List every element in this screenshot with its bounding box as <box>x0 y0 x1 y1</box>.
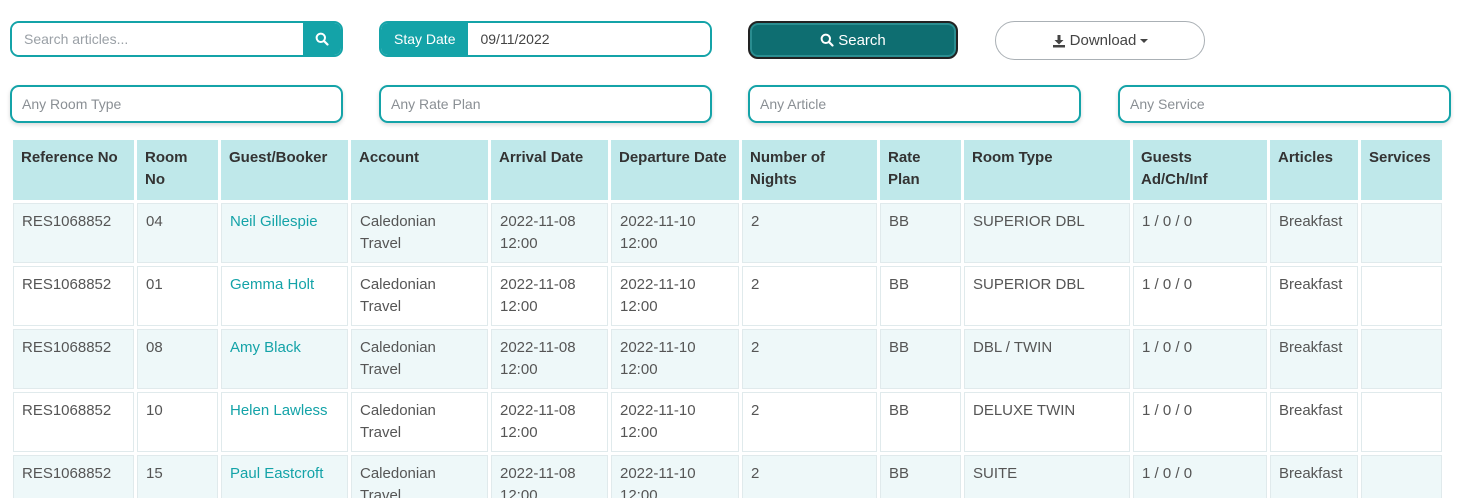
cell-rate-plan: BB <box>880 203 961 263</box>
cell-guests: 1 / 0 / 0 <box>1133 203 1267 263</box>
article-filter[interactable]: Any Article <box>748 85 1081 123</box>
stay-date-label: Stay Date <box>381 23 469 55</box>
cell-departure-date: 2022-11-10 12:00 <box>611 203 739 263</box>
guest-link[interactable]: Neil Gillespie <box>221 203 348 263</box>
table-header-row: Reference No Room No Guest/Booker Accoun… <box>13 140 1442 200</box>
article-search-group <box>10 21 343 57</box>
column-header-room-no[interactable]: Room No <box>137 140 218 200</box>
cell-services <box>1361 392 1442 452</box>
search-articles-input[interactable] <box>12 23 303 55</box>
column-header-guest-booker[interactable]: Guest/Booker <box>221 140 348 200</box>
cell-reference-no: RES1068852 <box>13 203 134 263</box>
search-icon <box>315 32 329 46</box>
cell-departure-date: 2022-11-10 12:00 <box>611 329 739 389</box>
cell-arrival-date: 2022-11-08 12:00 <box>491 203 608 263</box>
search-icon <box>820 33 834 47</box>
search-articles-button[interactable] <box>303 23 341 55</box>
cell-arrival-date: 2022-11-08 12:00 <box>491 392 608 452</box>
cell-reference-no: RES1068852 <box>13 392 134 452</box>
cell-account: Caledonian Travel <box>351 455 488 498</box>
cell-reference-no: RES1068852 <box>13 329 134 389</box>
table-row[interactable]: RES1068852 01 Gemma Holt Caledonian Trav… <box>13 266 1442 326</box>
table-row[interactable]: RES1068852 08 Amy Black Caledonian Trave… <box>13 329 1442 389</box>
cell-room-no: 04 <box>137 203 218 263</box>
column-header-rate-plan[interactable]: Rate Plan <box>880 140 961 200</box>
cell-guests: 1 / 0 / 0 <box>1133 392 1267 452</box>
cell-departure-date: 2022-11-10 12:00 <box>611 266 739 326</box>
reservations-table: Reference No Room No Guest/Booker Accoun… <box>10 137 1445 498</box>
column-header-number-of-nights[interactable]: Number of Nights <box>742 140 877 200</box>
download-button-label: Download <box>1069 32 1137 49</box>
cell-guests: 1 / 0 / 0 <box>1133 455 1267 498</box>
cell-nights: 2 <box>742 329 877 389</box>
cell-articles: Breakfast <box>1270 203 1358 263</box>
cell-room-no: 01 <box>137 266 218 326</box>
rate-plan-filter[interactable]: Any Rate Plan <box>379 85 712 123</box>
cell-rate-plan: BB <box>880 329 961 389</box>
cell-room-no: 15 <box>137 455 218 498</box>
cell-guests: 1 / 0 / 0 <box>1133 329 1267 389</box>
cell-room-no: 10 <box>137 392 218 452</box>
cell-nights: 2 <box>742 392 877 452</box>
column-header-departure-date[interactable]: Departure Date <box>611 140 739 200</box>
guest-link[interactable]: Helen Lawless <box>221 392 348 452</box>
cell-arrival-date: 2022-11-08 12:00 <box>491 329 608 389</box>
cell-guests: 1 / 0 / 0 <box>1133 266 1267 326</box>
cell-arrival-date: 2022-11-08 12:00 <box>491 455 608 498</box>
cell-services <box>1361 266 1442 326</box>
stay-date-group: Stay Date <box>379 21 712 57</box>
guest-link[interactable]: Paul Eastcroft <box>221 455 348 498</box>
cell-account: Caledonian Travel <box>351 329 488 389</box>
cell-services <box>1361 455 1442 498</box>
cell-room-type: SUPERIOR DBL <box>964 266 1130 326</box>
cell-account: Caledonian Travel <box>351 203 488 263</box>
column-header-room-type[interactable]: Room Type <box>964 140 1130 200</box>
cell-departure-date: 2022-11-10 12:00 <box>611 392 739 452</box>
cell-articles: Breakfast <box>1270 455 1358 498</box>
guest-link[interactable]: Amy Black <box>221 329 348 389</box>
cell-departure-date: 2022-11-10 12:00 <box>611 455 739 498</box>
cell-account: Caledonian Travel <box>351 266 488 326</box>
stay-date-input[interactable] <box>468 23 710 55</box>
service-filter[interactable]: Any Service <box>1118 85 1451 123</box>
column-header-guests[interactable]: Guests Ad/Ch/Inf <box>1133 140 1267 200</box>
cell-arrival-date: 2022-11-08 12:00 <box>491 266 608 326</box>
cell-nights: 2 <box>742 203 877 263</box>
cell-rate-plan: BB <box>880 455 961 498</box>
room-type-filter[interactable]: Any Room Type <box>10 85 343 123</box>
table-row[interactable]: RES1068852 15 Paul Eastcroft Caledonian … <box>13 455 1442 498</box>
column-header-reference-no[interactable]: Reference No <box>13 140 134 200</box>
column-header-articles[interactable]: Articles <box>1270 140 1358 200</box>
cell-room-type: SUPERIOR DBL <box>964 203 1130 263</box>
column-header-services[interactable]: Services <box>1361 140 1442 200</box>
cell-room-type: SUITE <box>964 455 1130 498</box>
cell-rate-plan: BB <box>880 392 961 452</box>
cell-articles: Breakfast <box>1270 266 1358 326</box>
table-row[interactable]: RES1068852 10 Helen Lawless Caledonian T… <box>13 392 1442 452</box>
cell-nights: 2 <box>742 455 877 498</box>
cell-services <box>1361 329 1442 389</box>
cell-rate-plan: BB <box>880 266 961 326</box>
cell-nights: 2 <box>742 266 877 326</box>
column-header-arrival-date[interactable]: Arrival Date <box>491 140 608 200</box>
table-row[interactable]: RES1068852 04 Neil Gillespie Caledonian … <box>13 203 1442 263</box>
search-button[interactable]: Search <box>748 21 958 59</box>
cell-room-type: DBL / TWIN <box>964 329 1130 389</box>
cell-reference-no: RES1068852 <box>13 455 134 498</box>
cell-articles: Breakfast <box>1270 392 1358 452</box>
cell-reference-no: RES1068852 <box>13 266 134 326</box>
download-button[interactable]: Download <box>995 21 1205 60</box>
download-icon <box>1052 34 1065 47</box>
guest-link[interactable]: Gemma Holt <box>221 266 348 326</box>
cell-articles: Breakfast <box>1270 329 1358 389</box>
caret-down-icon <box>1140 38 1149 43</box>
cell-room-type: DELUXE TWIN <box>964 392 1130 452</box>
cell-room-no: 08 <box>137 329 218 389</box>
column-header-account[interactable]: Account <box>351 140 488 200</box>
search-button-label: Search <box>838 31 886 49</box>
cell-account: Caledonian Travel <box>351 392 488 452</box>
cell-services <box>1361 203 1442 263</box>
